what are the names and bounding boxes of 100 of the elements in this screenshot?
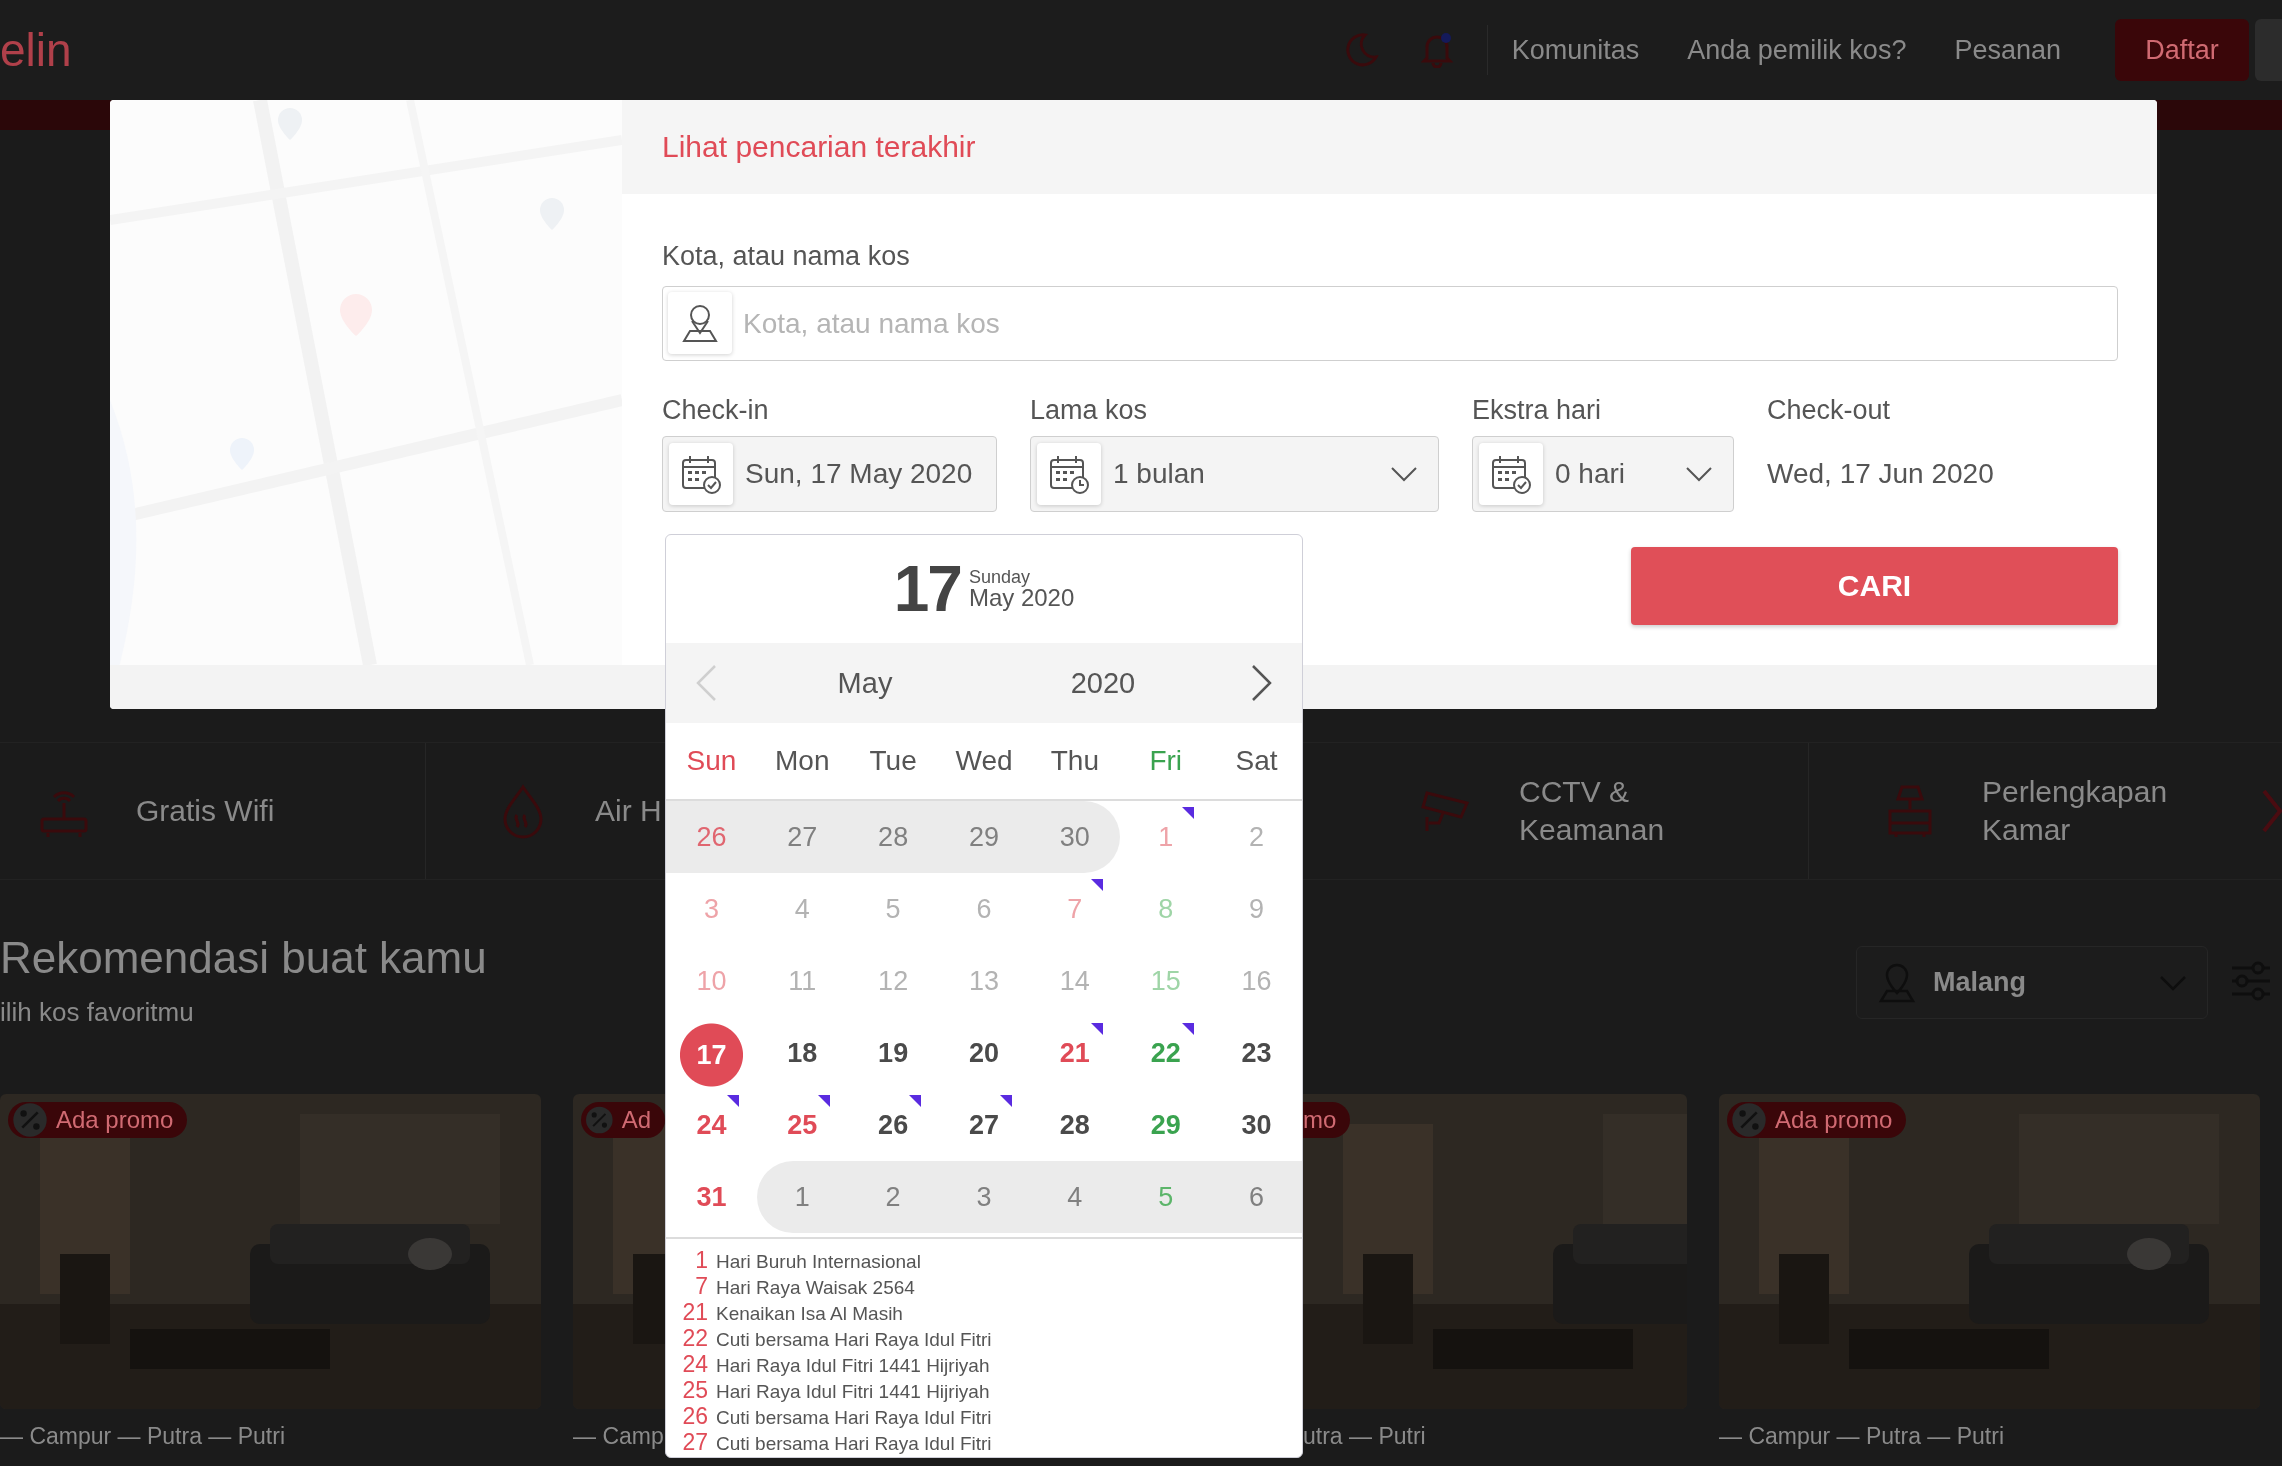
- holiday-name: Hari Raya Idul Fitri 1441 Hijriyah: [716, 1381, 990, 1403]
- percent-icon: [12, 1102, 48, 1138]
- calendar-day[interactable]: 23: [1211, 1017, 1302, 1089]
- calendar-day[interactable]: 3: [666, 873, 757, 945]
- calendar-day[interactable]: 13: [938, 945, 1030, 1017]
- calendar-day[interactable]: 19: [847, 1017, 939, 1089]
- holiday-name: Cuti bersama Hari Raya Idul Fitri: [716, 1433, 992, 1455]
- bell-icon[interactable]: [1420, 32, 1453, 68]
- calendar-day[interactable]: 16: [1211, 945, 1302, 1017]
- selected-day: 17: [893, 552, 961, 626]
- calendar-day[interactable]: 4: [1029, 1161, 1121, 1233]
- calendar-day[interactable]: 26: [847, 1089, 939, 1161]
- holiday-date: 21: [681, 1299, 708, 1326]
- weekday-label: Thu: [1049, 745, 1100, 777]
- calendar-day[interactable]: 10: [666, 945, 757, 1017]
- calendar-day[interactable]: 28: [847, 801, 939, 873]
- calendar-day[interactable]: 29: [1120, 1089, 1212, 1161]
- register-button[interactable]: Daftar: [2115, 19, 2249, 81]
- nav-link[interactable]: Anda pemilik kos?: [1687, 34, 1907, 66]
- percent-icon: [1731, 1102, 1767, 1138]
- calendar-day[interactable]: 14: [1029, 945, 1121, 1017]
- card-caption: — Camp: [573, 1423, 665, 1450]
- field-label: Kota, atau nama kos: [662, 240, 911, 273]
- field-label: Lama kos: [1030, 394, 1149, 427]
- holiday-name: Hari Raya Idul Fitri 1441 Hijriyah: [716, 1355, 990, 1377]
- calendar-day[interactable]: 7: [1029, 873, 1121, 945]
- nav-link[interactable]: Komunitas: [1511, 34, 1640, 66]
- calendar-day[interactable]: 25: [756, 1089, 848, 1161]
- calendar-day[interactable]: 3: [938, 1161, 1030, 1233]
- section-subtitle: ilih kos favoritmu: [0, 996, 195, 1029]
- checkout-date: Wed, 17 Jun 2020: [1767, 457, 1994, 491]
- year-label[interactable]: 2020: [984, 666, 1222, 700]
- city-search-field[interactable]: Kota, atau nama kos: [662, 286, 2118, 361]
- facility-label: CCTV & Keamanan: [1519, 774, 1666, 848]
- calendar-day[interactable]: 9: [1211, 873, 1302, 945]
- holiday-date: 22: [681, 1325, 708, 1352]
- promo-badge: mo: [1303, 1102, 1351, 1138]
- logo-text[interactable]: elin: [0, 23, 72, 77]
- nav-link[interactable]: Pesanan: [1954, 34, 2061, 66]
- holiday-name: Hari Raya Waisak 2564: [716, 1277, 915, 1299]
- calendar-day[interactable]: 18: [756, 1017, 848, 1089]
- weekday-label: Fri: [1148, 745, 1184, 777]
- calendar-day[interactable]: 28: [1029, 1089, 1121, 1161]
- calendar-day[interactable]: 1: [1120, 801, 1212, 873]
- calendar-day[interactable]: 30: [1211, 1089, 1302, 1161]
- holiday-date: 1: [694, 1247, 708, 1274]
- holiday-date: 24: [681, 1351, 708, 1378]
- calendar-day[interactable]: 6: [1211, 1161, 1302, 1233]
- calendar-day[interactable]: 5: [1120, 1161, 1212, 1233]
- chevron-down-icon: [1685, 465, 1713, 483]
- calendar-day[interactable]: 5: [847, 873, 939, 945]
- weekday-label: Tue: [868, 745, 918, 777]
- calendar-day[interactable]: 27: [938, 1089, 1030, 1161]
- holiday-date: 7: [694, 1273, 708, 1300]
- calendar-day[interactable]: 26: [666, 801, 757, 873]
- field-label: Check-in: [662, 394, 770, 427]
- holiday-date: 25: [681, 1377, 708, 1404]
- search-button[interactable]: CARI: [1631, 547, 2118, 625]
- date-field[interactable]: Sun, 17 May 2020: [662, 436, 997, 512]
- holiday-name: Hari Buruh Internasional: [716, 1251, 921, 1273]
- calendar-day[interactable]: 20: [938, 1017, 1030, 1089]
- card-caption: — Campur — Putra — Putri: [0, 1423, 287, 1450]
- calendar-day[interactable]: 31: [666, 1161, 757, 1233]
- promo-badge: Ad: [581, 1102, 665, 1138]
- weekday-label: Mon: [774, 745, 831, 777]
- chevron-right-icon: [1251, 664, 1273, 702]
- facility-label: Perlengkapan Kamar: [1982, 774, 2169, 848]
- calendar-day[interactable]: 15: [1120, 945, 1212, 1017]
- calendar-day[interactable]: 12: [847, 945, 939, 1017]
- city-dropdown[interactable]: Malang: [1856, 946, 2208, 1019]
- promo-badge: Ada promo: [8, 1102, 188, 1138]
- calendar-day[interactable]: 30: [1029, 801, 1121, 873]
- facility-label: Gratis Wifi: [136, 793, 276, 829]
- calendar-day[interactable]: 27: [756, 801, 848, 873]
- promo-badge: Ada promo: [1727, 1102, 1907, 1138]
- calendar-day[interactable]: 22: [1120, 1017, 1212, 1089]
- dropdown-field[interactable]: 0 hari: [1472, 436, 1734, 512]
- month-label[interactable]: May: [746, 666, 984, 700]
- holiday-name: Kenaikan Isa Al Masih: [716, 1303, 903, 1325]
- chevron-right-icon[interactable]: [2262, 789, 2282, 833]
- calendar-day[interactable]: 1: [756, 1161, 848, 1233]
- card-caption: — Campur — Putra — Putri: [1719, 1423, 2006, 1450]
- calendar-day[interactable]: 21: [1029, 1017, 1121, 1089]
- calendar-day[interactable]: 11: [756, 945, 848, 1017]
- calendar-day[interactable]: 2: [1211, 801, 1302, 873]
- calendar-day[interactable]: 8: [1120, 873, 1212, 945]
- calendar-day[interactable]: 4: [756, 873, 848, 945]
- calendar-day[interactable]: 29: [938, 801, 1030, 873]
- calendar-day[interactable]: 2: [847, 1161, 939, 1233]
- holiday-name: Cuti bersama Hari Raya Idul Fitri: [716, 1407, 992, 1429]
- calendar-day[interactable]: 6: [938, 873, 1030, 945]
- field-label: Ekstra hari: [1472, 394, 1603, 427]
- field-label: Check-out: [1767, 394, 1892, 427]
- weekday-label: Wed: [954, 745, 1014, 777]
- dropdown-field[interactable]: 1 bulan: [1030, 436, 1439, 512]
- weekday-label: Sat: [1234, 745, 1279, 777]
- recent-searches-link[interactable]: Lihat pencarian terakhir: [662, 130, 976, 164]
- holiday-date: 26: [681, 1403, 708, 1430]
- weekday-label: Sun: [685, 745, 738, 777]
- facility-label: Air H: [595, 793, 662, 829]
